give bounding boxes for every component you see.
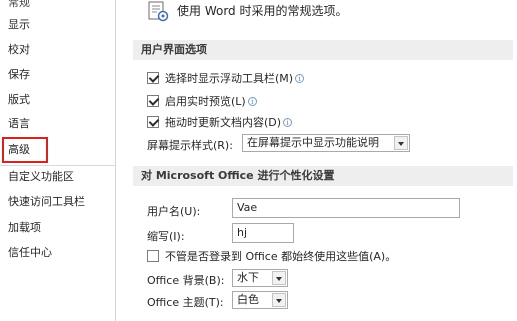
office-theme-label: Office 主题(T): <box>147 296 224 309</box>
info-icon: i <box>283 117 293 127</box>
info-icon: i <box>295 73 305 83</box>
options-main-panel: 使用 Word 时采用的常规选项。 用户界面选项 选择时显示浮动工具栏(M) i… <box>117 0 517 321</box>
sidebar-item-proofing[interactable]: 校对 <box>8 40 30 60</box>
always-use-values-checkbox[interactable] <box>147 250 159 262</box>
section-personalize-title: 对 Microsoft Office 进行个性化设置 <box>133 166 513 186</box>
chevron-down-icon[interactable] <box>272 293 286 307</box>
screentip-style-label: 屏幕提示样式(R): <box>147 139 233 152</box>
username-label: 用户名(U): <box>147 205 201 218</box>
office-theme-value: 白色 <box>237 293 259 306</box>
sidebar-item-quick-access-toolbar[interactable]: 快速访问工具栏 <box>8 192 85 212</box>
office-background-value: 水下 <box>237 271 259 284</box>
update-on-drag-label: 拖动时更新文档内容(D) <box>165 116 282 129</box>
section-ui-options-title: 用户界面选项 <box>133 40 513 60</box>
chevron-down-icon[interactable] <box>394 136 408 150</box>
sidebar-item-save[interactable]: 保存 <box>8 65 30 85</box>
options-icon <box>148 1 169 22</box>
update-on-drag-option[interactable]: 拖动时更新文档内容(D) i <box>147 114 293 130</box>
floating-toolbar-option[interactable]: 选择时显示浮动工具栏(M) i <box>147 70 305 86</box>
header-description: 使用 Word 时采用的常规选项。 <box>177 4 348 18</box>
update-on-drag-checkbox[interactable] <box>147 116 159 128</box>
sidebar-divider <box>0 165 116 166</box>
office-background-select[interactable]: 水下 <box>232 269 288 287</box>
live-preview-checkbox[interactable] <box>147 95 159 107</box>
office-background-label: Office 背景(B): <box>147 274 225 287</box>
sidebar-item-display[interactable]: 显示 <box>8 15 30 35</box>
username-input[interactable]: Vae <box>232 198 460 218</box>
sidebar-item-addins[interactable]: 加载项 <box>8 218 41 238</box>
options-sidebar: 常规 显示 校对 保存 版式 语言 高级 自定义功能区 快速访问工具栏 加载项 … <box>0 0 116 321</box>
floating-toolbar-checkbox[interactable] <box>147 72 159 84</box>
sidebar-item-language[interactable]: 语言 <box>8 114 30 134</box>
sidebar-item-trust-center[interactable]: 信任中心 <box>8 243 52 263</box>
sidebar-item-layout[interactable]: 版式 <box>8 90 30 110</box>
always-use-values-label: 不管是否登录到 Office 都始终使用这些值(A)。 <box>165 250 397 263</box>
screentip-style-select[interactable]: 在屏幕提示中显示功能说明 <box>242 134 410 152</box>
live-preview-option[interactable]: 启用实时预览(L) i <box>147 93 257 109</box>
sidebar-item-customize-ribbon[interactable]: 自定义功能区 <box>8 167 74 187</box>
initials-label: 缩写(I): <box>147 230 185 243</box>
always-use-values-option[interactable]: 不管是否登录到 Office 都始终使用这些值(A)。 <box>147 248 396 264</box>
chevron-down-icon[interactable] <box>272 271 286 285</box>
office-theme-select[interactable]: 白色 <box>232 291 288 309</box>
info-icon: i <box>247 96 257 106</box>
sidebar-item-general[interactable]: 常规 <box>8 0 30 13</box>
advanced-highlight-box <box>2 137 48 163</box>
live-preview-label: 启用实时预览(L) <box>165 95 246 108</box>
floating-toolbar-label: 选择时显示浮动工具栏(M) <box>165 72 294 85</box>
screentip-style-value: 在屏幕提示中显示功能说明 <box>247 136 379 149</box>
initials-input[interactable]: hj <box>232 223 294 243</box>
